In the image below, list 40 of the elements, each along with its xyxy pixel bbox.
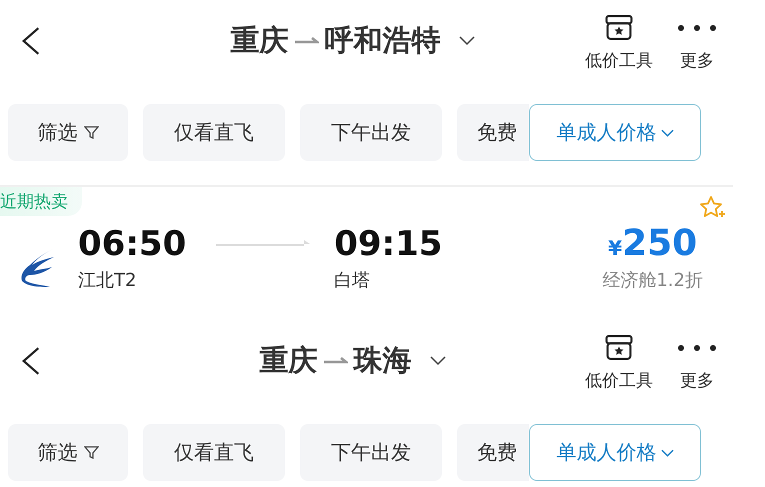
action-label[interactable]: 低价工具 [585,369,653,392]
funnel-icon [84,125,98,140]
filter-chip[interactable]: 下午出发 [300,424,442,481]
price-mode-dropdown[interactable]: 单成人价格 [529,424,701,481]
gift-box-icon[interactable] [604,334,634,361]
action-label[interactable]: 低价工具 [585,49,653,72]
flight-card[interactable]: 近期热卖 06:50 江北T2 09:15 白塔 ¥250 经济舱1.2折 [0,185,733,320]
departure-time: 06:50 [78,224,186,264]
more-icon[interactable] [677,24,717,32]
flight-arrow-icon [216,240,312,248]
destination-city: 呼和浩特 [324,22,440,59]
filter-chip[interactable]: 下午出发 [300,104,442,161]
chevron-icon [660,448,674,456]
origin-city: 重庆 [260,342,318,379]
filter-chip[interactable]: 筛选 [8,104,128,161]
hot-sale-badge: 近期热卖 [0,187,82,216]
arrival-time: 09:15 [334,224,442,264]
chevron-icon[interactable] [430,356,446,366]
back-icon[interactable] [20,346,42,376]
fare-note: 经济舱1.2折 [602,269,703,292]
more-icon[interactable] [677,344,717,352]
origin-city: 重庆 [230,22,288,59]
gift-box-icon[interactable] [604,14,634,41]
chevron-icon[interactable] [458,36,474,46]
destination-city: 珠海 [354,342,412,379]
action-label[interactable]: 更多 [680,369,714,392]
filter-chip[interactable]: 免费 [457,104,529,161]
filter-chip[interactable]: 筛选 [8,424,128,481]
price: 250 [622,223,698,264]
chevron-icon [660,128,674,136]
departure-airport: 江北T2 [78,268,138,292]
arrival-airport: 白塔 [334,268,372,292]
currency-symbol: ¥ [608,236,622,260]
action-label[interactable]: 更多 [680,49,714,72]
filter-chip[interactable]: 仅看直飞 [143,104,285,161]
back-icon[interactable] [20,26,42,56]
filter-chip[interactable]: 仅看直飞 [143,424,285,481]
filter-chip[interactable]: 免费 [457,424,529,481]
price-mode-dropdown[interactable]: 单成人价格 [529,104,701,161]
funnel-icon [84,445,98,460]
